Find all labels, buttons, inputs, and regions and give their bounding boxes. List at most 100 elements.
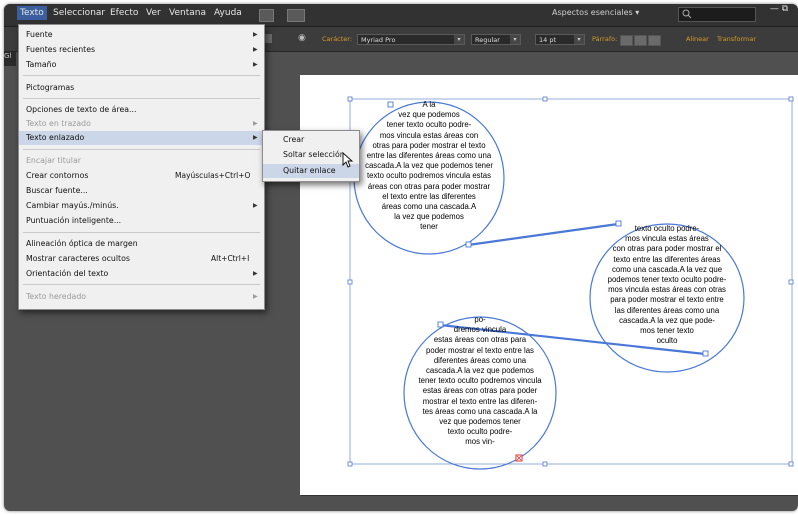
text-line: dremos vincula	[453, 325, 507, 335]
menu-item-label: Texto heredado	[26, 292, 87, 301]
menu-item-texto-enlazado[interactable]: Texto enlazado ▶	[19, 131, 264, 145]
menu-ventana[interactable]: Ventana	[169, 8, 206, 18]
character-label[interactable]: Carácter:	[322, 35, 352, 43]
tool-panel-tab[interactable]: Gl	[4, 52, 16, 66]
text-line: estas áreas con otras para poder	[422, 386, 538, 396]
menu-item-label: Soltar selección	[283, 150, 345, 159]
text-line: oculto	[656, 336, 678, 346]
font-style-value: Regular	[475, 36, 500, 44]
transform-link[interactable]: Transformar	[717, 35, 756, 43]
menu-item-label: Encajar titular	[26, 156, 81, 165]
font-style-dropdown[interactable]: Regular ▾	[471, 34, 521, 45]
align-link[interactable]: Alinear	[686, 35, 709, 43]
text-line: cascada.A la vez que podemos	[426, 366, 534, 376]
submenu-arrow-icon: ▶	[253, 46, 258, 53]
opacity-arrow-icon[interactable]	[264, 34, 272, 43]
menu-item-opciones-texto-area[interactable]: Opciones de texto de área...	[19, 103, 264, 117]
menu-item-fuentes-recientes[interactable]: Fuentes recientes ▶	[19, 43, 264, 57]
menu-item-label: Buscar fuente...	[26, 186, 88, 195]
text-line: tener texto oculto podremos vincula	[418, 376, 542, 386]
window-controls[interactable]: — ⧉	[760, 4, 798, 16]
menu-efecto[interactable]: Efecto	[110, 8, 138, 18]
menu-item-puntuacion-inteligente[interactable]: Puntuación inteligente...	[19, 214, 264, 228]
workspace-switcher[interactable]: Aspectos esenciales ▾	[552, 8, 639, 17]
menu-item-label: Fuentes recientes	[26, 45, 96, 54]
menu-item-label: Pictogramas	[26, 83, 75, 92]
artboard[interactable]: A la vez que podemos tener texto oculto po…	[300, 75, 798, 495]
menu-item-tamano[interactable]: Tamaño ▶	[19, 58, 264, 72]
text-line: cascada.A la vez que pode-	[619, 315, 715, 325]
font-size-dropdown[interactable]: 14 pt ▾	[535, 34, 585, 45]
menu-texto[interactable]: Texto	[17, 6, 47, 20]
submenu-arrow-icon: ▶	[253, 120, 258, 127]
text-line: vez que podemos	[398, 110, 460, 120]
text-line: mos vincula estas áreas	[625, 234, 709, 244]
text-line: las diferentes áreas como una	[614, 305, 720, 315]
text-line: mos tener texto	[640, 326, 694, 336]
recolor-icon[interactable]: ◉	[298, 33, 306, 43]
area-text-circle-3[interactable]: po-dremos vincula estas áreas con otras p…	[381, 315, 579, 448]
align-right-icon[interactable]	[648, 35, 661, 46]
text-line: po-	[474, 315, 486, 324]
text-line: vez que podemos tener	[439, 417, 521, 427]
menu-ayuda[interactable]: Ayuda	[214, 8, 242, 18]
submenu-arrow-icon: ▶	[253, 134, 258, 141]
search-icon	[682, 9, 692, 19]
menu-item-label: Quitar enlace	[283, 166, 336, 175]
menu-separator	[23, 232, 260, 233]
menu-separator	[23, 284, 260, 285]
text-line: diferentes áreas como una	[433, 355, 527, 365]
menu-item-pictogramas[interactable]: Pictogramas	[19, 81, 264, 95]
align-center-icon[interactable]	[634, 35, 647, 46]
menu-item-label: Crear contornos	[26, 171, 89, 180]
menu-seleccionar[interactable]: Seleccionar	[53, 8, 105, 18]
text-line: áreas con otras para poder mostrar	[367, 181, 491, 191]
text-line: texto oculto podre-	[634, 224, 700, 233]
submenu-arrow-icon: ▶	[253, 202, 258, 209]
text-line: poder mostrar el texto entre las	[426, 345, 534, 355]
text-line: mos vincula estas áreas con otras	[608, 285, 726, 295]
menu-item-label: Texto en trazado	[26, 119, 91, 128]
menu-item-mostrar-caracteres-ocultos[interactable]: Mostrar caracteres ocultos Alt+Ctrl+I	[19, 252, 264, 266]
menu-ver[interactable]: Ver	[146, 8, 161, 18]
font-family-value: Myriad Pro	[361, 36, 396, 44]
menu-item-buscar-fuente[interactable]: Buscar fuente...	[19, 184, 264, 198]
menu-item-label: Cambiar mayús./minús.	[26, 201, 119, 210]
submenu-arrow-icon: ▶	[253, 270, 258, 277]
shortcut-label: Mayúsculas+Ctrl+O	[175, 171, 251, 180]
bridge-icon[interactable]	[259, 9, 274, 22]
submenu-item-crear[interactable]: Crear	[263, 133, 359, 147]
menu-item-label: Puntuación inteligente...	[26, 216, 122, 225]
menu-item-alineacion-optica[interactable]: Alineación óptica de margen	[19, 237, 264, 251]
menu-item-fuente[interactable]: Fuente ▶	[19, 28, 264, 42]
text-line: como una cascada.A la vez que	[611, 264, 723, 274]
submenu-arrow-icon: ▶	[253, 31, 258, 38]
shortcut-label: Alt+Ctrl+I	[211, 254, 250, 263]
menu-separator	[23, 149, 260, 150]
font-size-value: 14 pt	[539, 36, 557, 44]
text-line: para poder mostrar el texto entre	[610, 295, 724, 305]
area-text-circle-2[interactable]: texto oculto podre-mos vincula estas áre…	[568, 224, 766, 346]
menu-separator	[23, 98, 260, 99]
text-line: tener	[420, 222, 438, 232]
text-line: con otras para poder mostrar el	[612, 244, 722, 254]
text-line: texto entre las diferentes áreas	[613, 254, 721, 264]
menu-item-encajar-titular: Encajar titular	[19, 154, 264, 168]
text-line: la vez que podemos	[394, 212, 464, 222]
font-family-dropdown[interactable]: Myriad Pro ▾	[357, 34, 465, 45]
align-left-icon[interactable]	[620, 35, 633, 46]
search-input[interactable]	[678, 7, 756, 22]
text-line: el texto entre las diferentes	[382, 191, 476, 201]
menu-item-label: Fuente	[26, 30, 53, 39]
menu-item-orientacion-texto[interactable]: Orientación del texto ▶	[19, 267, 264, 281]
menu-item-label: Opciones de texto de área...	[26, 105, 137, 114]
menu-item-cambiar-mayus-minus[interactable]: Cambiar mayús./minús. ▶	[19, 199, 264, 213]
paragraph-label[interactable]: Párrafo:	[592, 35, 617, 43]
text-line: mos vin-	[465, 437, 495, 447]
menu-item-crear-contornos[interactable]: Crear contornos Mayúsculas+Ctrl+O	[19, 169, 264, 183]
submenu-arrow-icon: ▶	[253, 293, 258, 300]
arrange-documents-icon[interactable]	[287, 9, 305, 22]
text-line: texto oculto podre-	[447, 427, 513, 437]
menu-item-texto-heredado: Texto heredado ▶	[19, 290, 264, 304]
menu-item-label: Alineación óptica de margen	[26, 239, 138, 248]
